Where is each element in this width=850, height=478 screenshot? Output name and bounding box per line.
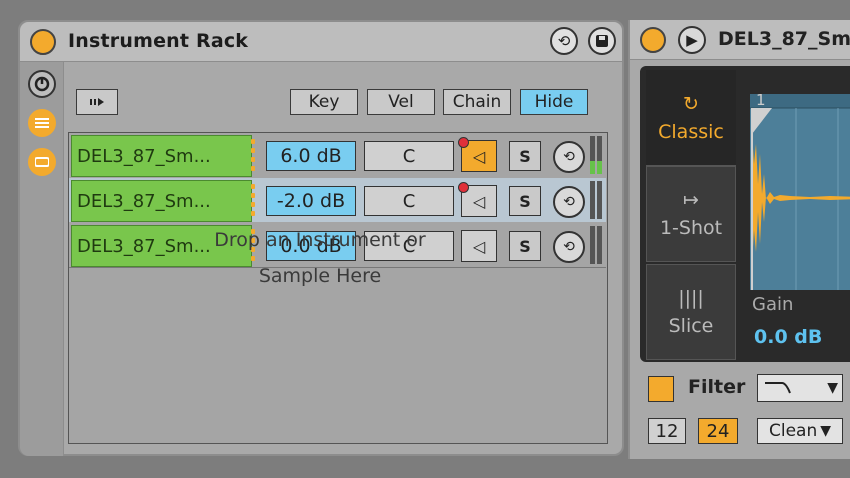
chain-pan[interactable]: C: [364, 186, 454, 216]
mode-slice[interactable]: |||| Slice: [646, 264, 736, 360]
solo-button[interactable]: S: [509, 186, 541, 216]
filter-label: Filter: [688, 376, 746, 398]
simpler-device: ▶ DEL3_87_Sm ↻ Classic ↦ 1-Shot |||| Sli…: [628, 20, 850, 460]
chain-drag-handle[interactable]: [250, 182, 256, 218]
filter-circuit-select[interactable]: Clean ▼: [757, 418, 843, 444]
chain-volume[interactable]: 6.0 dB: [266, 141, 356, 171]
rack-title-bar: Instrument Rack ⟲: [20, 22, 622, 62]
hot-swap-icon[interactable]: ⟲: [553, 231, 585, 263]
mode-one-shot[interactable]: ↦ 1-Shot: [646, 166, 736, 262]
chain-list-icon[interactable]: [28, 109, 56, 137]
save-preset-icon[interactable]: [588, 27, 616, 55]
list-glyph: [35, 118, 49, 128]
one-shot-icon: ↦: [683, 189, 699, 211]
chain-meter: [590, 226, 602, 264]
circuit-value: Clean: [768, 421, 818, 441]
device-view-icon[interactable]: [28, 148, 56, 176]
tab-chain[interactable]: Chain: [443, 89, 511, 115]
mode-label: Slice: [668, 315, 714, 337]
device-on-icon[interactable]: [30, 29, 56, 55]
tab-key[interactable]: Key: [290, 89, 358, 115]
chain-pan[interactable]: C: [364, 141, 454, 171]
macro-toggle-icon[interactable]: [28, 70, 56, 98]
speaker-icon[interactable]: ◁: [458, 137, 497, 172]
rack-side-strip: [20, 62, 64, 456]
record-dot-icon: [458, 182, 469, 193]
gain-value[interactable]: 0.0 dB: [754, 326, 822, 348]
save-glyph: [596, 35, 608, 47]
marker-label: 1: [756, 94, 766, 109]
chain-row[interactable]: DEL3_87_Sm... -2.0 dB C ◁ S ⟲: [69, 178, 606, 222]
slope-24-button[interactable]: 24: [698, 418, 738, 444]
mode-label: 1-Shot: [659, 217, 723, 239]
auto-select-icon[interactable]: [76, 89, 118, 115]
chain-name[interactable]: DEL3_87_Sm...: [71, 180, 252, 222]
lowpass-icon: [765, 382, 791, 394]
loop-icon: ↻: [683, 92, 699, 115]
sample-waveform[interactable]: 1: [750, 94, 850, 290]
rack-title: Instrument Rack: [68, 30, 249, 52]
solo-button[interactable]: S: [509, 231, 541, 261]
hot-swap-icon[interactable]: ⟲: [553, 141, 585, 173]
drop-zone-hint[interactable]: Drop an Instrument or Sample Here: [170, 222, 470, 294]
hot-swap-icon[interactable]: ⟲: [550, 27, 578, 55]
gain-label: Gain: [752, 294, 794, 315]
macro-knob-glyph: [34, 76, 50, 92]
tab-vel[interactable]: Vel: [367, 89, 435, 115]
auto-select-glyph: [90, 98, 104, 106]
solo-button[interactable]: S: [509, 141, 541, 171]
device-glyph: [35, 157, 49, 167]
chevron-down-icon: ▼: [827, 380, 838, 396]
simpler-sample-panel: ↻ Classic ↦ 1-Shot |||| Slice 1 Gain 0.0…: [640, 66, 850, 362]
filter-type-select[interactable]: ▼: [757, 374, 843, 402]
simpler-title: DEL3_87_Sm: [718, 28, 850, 50]
tab-hide[interactable]: Hide: [520, 89, 588, 115]
drop-hint-line: Drop an Instrument or: [214, 229, 426, 251]
instrument-rack-device: Instrument Rack ⟲ Key Vel Chain Hide DEL…: [18, 20, 624, 456]
slice-icon: ||||: [678, 287, 704, 309]
slope-12-button[interactable]: 12: [648, 418, 686, 444]
mode-label: Classic: [658, 120, 724, 143]
simpler-title-bar: ▶ DEL3_87_Sm: [630, 20, 850, 60]
play-preview-icon[interactable]: ▶: [678, 26, 706, 54]
device-on-icon[interactable]: [640, 27, 666, 53]
waveform-graphic: [750, 94, 850, 290]
speaker-icon[interactable]: ◁: [458, 182, 497, 217]
chain-volume[interactable]: -2.0 dB: [266, 186, 356, 216]
bottom-margin: [0, 459, 850, 478]
chain-drag-handle[interactable]: [250, 137, 256, 173]
drop-hint-line: Sample Here: [258, 265, 382, 287]
chain-row[interactable]: DEL3_87_Sm... 6.0 dB C ◁ S ⟲: [69, 133, 606, 177]
chevron-down-icon: ▼: [820, 423, 832, 439]
filter-toggle[interactable]: [648, 376, 674, 402]
chain-meter: [590, 136, 602, 174]
mode-classic[interactable]: ↻ Classic: [646, 70, 736, 166]
chain-name[interactable]: DEL3_87_Sm...: [71, 135, 252, 177]
chain-meter: [590, 181, 602, 219]
hot-swap-icon[interactable]: ⟲: [553, 186, 585, 218]
record-dot-icon: [458, 137, 469, 148]
